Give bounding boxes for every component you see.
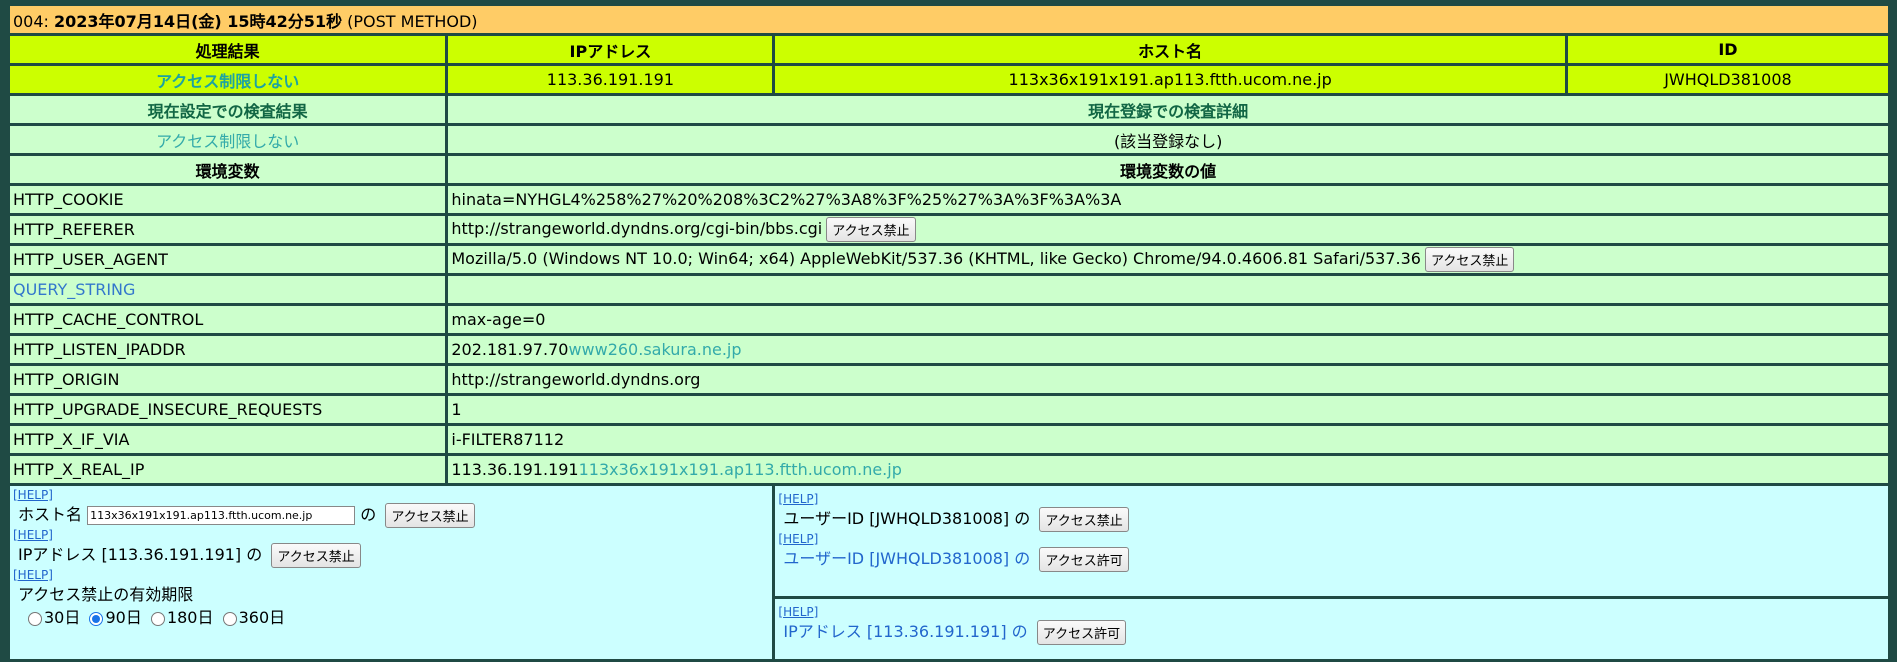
user-allow-row: ユーザーID [JWHQLD381008] の アクセス許可 bbox=[778, 546, 1885, 572]
help-link[interactable]: [HELP] bbox=[13, 568, 769, 582]
env-row: HTTP_X_REAL_IP 113.36.191.191113x36x191x… bbox=[10, 456, 1888, 483]
host-input[interactable] bbox=[87, 506, 356, 525]
env-name: QUERY_STRING bbox=[10, 276, 446, 303]
env-value-host: www260.sakura.ne.jp bbox=[568, 340, 742, 359]
log-table: 004: 2023年07月14日(金) 15時42分51秒 (POST METH… bbox=[7, 3, 1891, 662]
env-name: HTTP_CACHE_CONTROL bbox=[10, 306, 446, 333]
env-value-cell: http://strangeworld.dyndns.org/cgi-bin/b… bbox=[448, 216, 1888, 243]
env-value: http://strangeworld.dyndns.org/cgi-bin/b… bbox=[451, 219, 823, 238]
env-value: i-FILTER87112 bbox=[448, 426, 1888, 453]
user-ban-label: ユーザーID [JWHQLD381008] の bbox=[783, 509, 1031, 528]
env-name: HTTP_X_REAL_IP bbox=[10, 456, 446, 483]
env-name: HTTP_USER_AGENT bbox=[10, 246, 446, 273]
env-value: max-age=0 bbox=[448, 306, 1888, 333]
env-header-value: 環境変数の値 bbox=[448, 156, 1888, 183]
help-link[interactable]: [HELP] bbox=[778, 492, 1885, 506]
allow-ip-button[interactable]: アクセス許可 bbox=[1036, 620, 1127, 645]
ip-ban-row: IPアドレス [113.36.191.191] の アクセス禁止 bbox=[13, 542, 769, 568]
period-90-label: 90日 bbox=[105, 608, 142, 627]
env-value: 202.181.97.70 bbox=[451, 340, 569, 359]
header-ip: IPアドレス bbox=[448, 36, 773, 63]
env-value-cell: Mozilla/5.0 (Windows NT 10.0; Win64; x64… bbox=[448, 246, 1888, 273]
env-row: HTTP_UPGRADE_INSECURE_REQUESTS 1 bbox=[10, 396, 1888, 423]
ip-allow-row: IPアドレス [113.36.191.191] の アクセス許可 bbox=[778, 619, 1885, 645]
result-status: アクセス制限しない bbox=[10, 66, 446, 93]
env-row: HTTP_USER_AGENT Mozilla/5.0 (Windows NT … bbox=[10, 246, 1888, 273]
result-ip: 113.36.191.191 bbox=[448, 66, 773, 93]
help-link[interactable]: [HELP] bbox=[778, 605, 1885, 619]
env-row: HTTP_ORIGIN http://strangeworld.dyndns.o… bbox=[10, 366, 1888, 393]
period-180-label: 180日 bbox=[166, 608, 214, 627]
entry-datetime: 2023年07月14日(金) 15時42分51秒 bbox=[54, 11, 343, 31]
host-ban-row: ホスト名 の アクセス禁止 bbox=[13, 502, 769, 528]
env-value: 1 bbox=[448, 396, 1888, 423]
host-no-label: の bbox=[360, 505, 377, 524]
period-30-label: 30日 bbox=[44, 608, 81, 627]
header-result: 処理結果 bbox=[10, 36, 446, 63]
env-name: HTTP_ORIGIN bbox=[10, 366, 446, 393]
env-value: hinata=NYHGL4%258%27%20%208%3C2%27%3A8%3… bbox=[448, 186, 1888, 213]
ban-user-button[interactable]: アクセス禁止 bbox=[1039, 507, 1129, 532]
header-host: ホスト名 bbox=[775, 36, 1565, 63]
env-name: HTTP_REFERER bbox=[10, 216, 446, 243]
env-value: Mozilla/5.0 (Windows NT 10.0; Win64; x64… bbox=[451, 249, 1421, 268]
help-link[interactable]: [HELP] bbox=[13, 488, 769, 502]
help-link[interactable]: [HELP] bbox=[13, 528, 769, 542]
env-value: 113.36.191.191 bbox=[451, 460, 579, 479]
host-label: ホスト名 bbox=[18, 505, 83, 524]
env-value-cell: 202.181.97.70www260.sakura.ne.jp bbox=[448, 336, 1888, 363]
radio-30[interactable] bbox=[28, 611, 42, 626]
env-row: HTTP_REFERER http://strangeworld.dyndns.… bbox=[10, 216, 1888, 243]
ban-referer-button[interactable]: アクセス禁止 bbox=[826, 217, 916, 242]
env-header-name: 環境変数 bbox=[10, 156, 446, 183]
user-actions-panel: [HELP] ユーザーID [JWHQLD381008] の アクセス禁止 [H… bbox=[775, 486, 1888, 596]
user-ban-row: ユーザーID [JWHQLD381008] の アクセス禁止 bbox=[778, 506, 1885, 532]
env-value bbox=[448, 276, 1888, 303]
period-options: 30日 90日 180日 360日 bbox=[13, 608, 769, 628]
period-360-label: 360日 bbox=[238, 608, 286, 627]
env-row: HTTP_COOKIE hinata=NYHGL4%258%27%20%208%… bbox=[10, 186, 1888, 213]
current-detail-value: (該当登録なし) bbox=[448, 126, 1888, 153]
env-name: HTTP_LISTEN_IPADDR bbox=[10, 336, 446, 363]
radio-180[interactable] bbox=[150, 611, 165, 626]
access-log-panel: 004: 2023年07月14日(金) 15時42分51秒 (POST METH… bbox=[0, 0, 1897, 662]
header-id: ID bbox=[1567, 36, 1888, 63]
entry-method: (POST METHOD) bbox=[342, 11, 478, 31]
ip-allow-label: IPアドレス [113.36.191.191] の bbox=[783, 622, 1028, 641]
env-value: http://strangeworld.dyndns.org bbox=[448, 366, 1888, 393]
result-host: 113x36x191x191.ap113.ftth.ucom.ne.jp bbox=[775, 66, 1565, 93]
env-row: QUERY_STRING bbox=[10, 276, 1888, 303]
env-name: HTTP_COOKIE bbox=[10, 186, 446, 213]
env-value-host: 113x36x191x191.ap113.ftth.ucom.ne.jp bbox=[578, 460, 902, 479]
ban-user-agent-button[interactable]: アクセス禁止 bbox=[1424, 247, 1515, 272]
period-label: アクセス禁止の有効期限 bbox=[18, 585, 194, 604]
help-link[interactable]: [HELP] bbox=[778, 532, 1885, 546]
user-allow-label: ユーザーID [JWHQLD381008] の bbox=[783, 549, 1031, 568]
allow-user-button[interactable]: アクセス許可 bbox=[1039, 547, 1129, 572]
current-setting-value: アクセス制限しない bbox=[10, 126, 446, 153]
env-name: HTTP_X_IF_VIA bbox=[10, 426, 446, 453]
ip-ban-label: IPアドレス [113.36.191.191] の bbox=[18, 545, 263, 564]
current-detail-label: 現在登録での検査詳細 bbox=[448, 96, 1888, 123]
env-value-cell: 113.36.191.191113x36x191x191.ap113.ftth.… bbox=[448, 456, 1888, 483]
radio-360[interactable] bbox=[222, 611, 237, 626]
entry-title: 004: 2023年07月14日(金) 15時42分51秒 (POST METH… bbox=[10, 6, 1888, 33]
radio-90[interactable] bbox=[89, 611, 104, 626]
result-id: JWHQLD381008 bbox=[1567, 66, 1888, 93]
env-row: HTTP_CACHE_CONTROL max-age=0 bbox=[10, 306, 1888, 333]
env-row: HTTP_X_IF_VIA i-FILTER87112 bbox=[10, 426, 1888, 453]
current-setting-label: 現在設定での検査結果 bbox=[10, 96, 446, 123]
ban-host-button[interactable]: アクセス禁止 bbox=[385, 503, 475, 528]
ban-ip-button[interactable]: アクセス禁止 bbox=[271, 543, 361, 568]
env-name: HTTP_UPGRADE_INSECURE_REQUESTS bbox=[10, 396, 446, 423]
entry-number: 004: bbox=[13, 11, 55, 31]
ban-actions-panel: [HELP] ホスト名 の アクセス禁止 [HELP] IPアドレス [113.… bbox=[10, 486, 773, 659]
env-row: HTTP_LISTEN_IPADDR 202.181.97.70www260.s… bbox=[10, 336, 1888, 363]
ip-allow-panel: [HELP] IPアドレス [113.36.191.191] の アクセス許可 bbox=[775, 599, 1888, 659]
